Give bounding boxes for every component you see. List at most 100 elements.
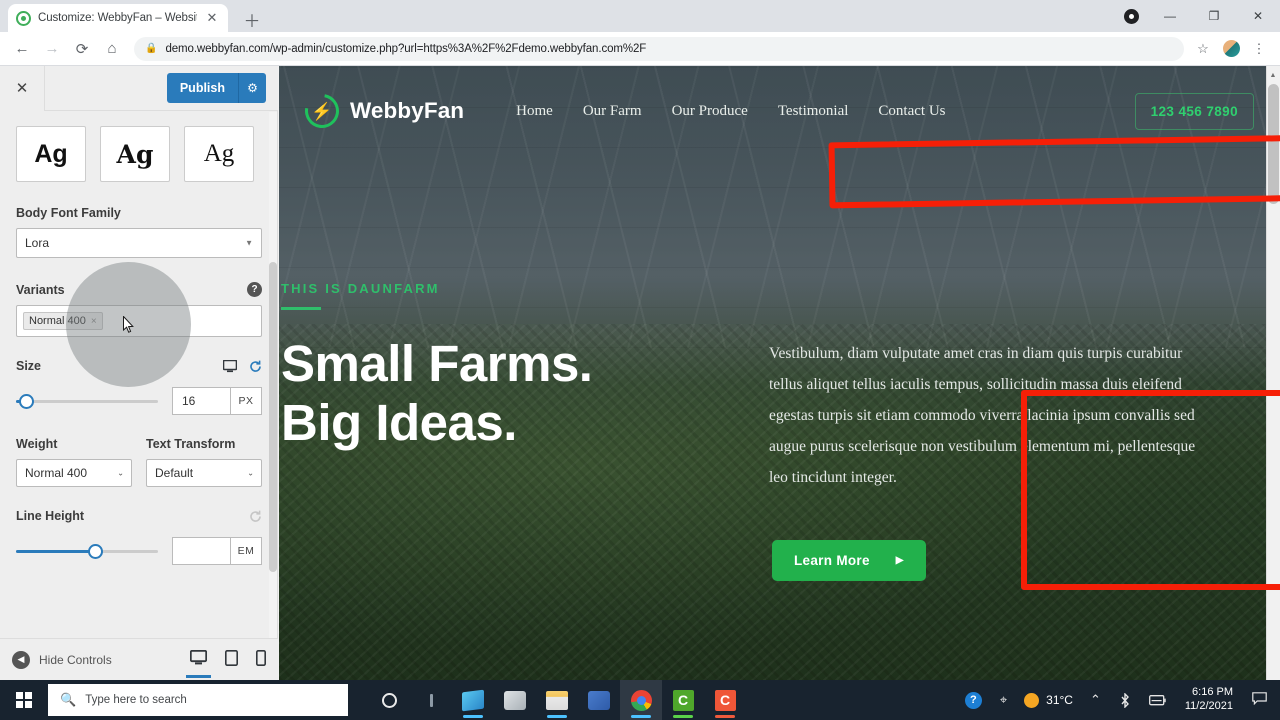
address-bar[interactable]: 🔒 demo.webbyfan.com/wp-admin/customize.p…	[134, 36, 1184, 61]
learn-more-button[interactable]: Learn More ▶	[772, 540, 926, 581]
font-preview-1[interactable]: Ag	[16, 126, 86, 182]
help-circle-icon[interactable]: ?	[956, 680, 991, 720]
text-transform-group: Text Transform Default ⌄	[146, 437, 262, 487]
line-height-label: Line Height	[16, 509, 85, 523]
nav-item-testimonial[interactable]: Testimonial	[778, 103, 849, 120]
size-unit[interactable]: PX	[230, 387, 262, 415]
preview-scrollbar-thumb[interactable]	[1268, 84, 1279, 204]
chrome-icon[interactable]	[620, 680, 662, 720]
chevron-up-icon[interactable]: ⌃	[1081, 680, 1110, 720]
taskbar-app-buttons: C C	[368, 680, 746, 720]
powerpoint-icon[interactable]	[578, 680, 620, 720]
phone-number[interactable]: 123 456 7890	[1134, 92, 1254, 130]
bluetooth-icon[interactable]	[1110, 680, 1140, 720]
size-input[interactable]: 16	[172, 387, 230, 415]
tab-title: Customize: WebbyFan – Website	[38, 12, 197, 24]
close-window-button[interactable]: ✕	[1236, 0, 1280, 32]
star-icon[interactable]: ☆	[1190, 36, 1216, 62]
home-button[interactable]: ⌂	[98, 35, 126, 63]
text-transform-value: Default	[155, 466, 194, 480]
scroll-up-arrow-icon[interactable]: ▲	[1267, 68, 1279, 82]
chevron-down-icon: ▼	[245, 238, 253, 248]
text-transform-label: Text Transform	[146, 437, 236, 451]
maximize-button[interactable]: ❐	[1192, 0, 1236, 32]
extension-dot-icon[interactable]	[1114, 0, 1148, 32]
camtasia-red-icon[interactable]: C	[704, 680, 746, 720]
wordpress-icon	[16, 10, 31, 26]
hide-controls-label: Hide Controls	[39, 652, 112, 667]
site-logo[interactable]: ⚡ WebbyFan	[298, 87, 464, 135]
desktop-icon[interactable]	[186, 650, 211, 678]
system-tray: ? ⌖ 31°C ⌃ 6:16 PM 11/2/2021	[956, 680, 1280, 720]
three-dot-menu-icon[interactable]: ⋮	[1246, 36, 1272, 62]
publish-button[interactable]: Publish	[166, 73, 238, 103]
mobile-icon[interactable]	[256, 649, 266, 670]
size-label: Size	[16, 359, 42, 373]
reload-button[interactable]: ⟳	[68, 35, 96, 63]
window-controls: — ❐ ✕	[1114, 0, 1280, 32]
help-icon[interactable]: ?	[247, 282, 262, 297]
chevron-down-icon: ⌄	[247, 468, 254, 478]
avatar-icon[interactable]	[1218, 36, 1244, 62]
reset-icon[interactable]	[249, 360, 262, 373]
font-preview-2[interactable]: Ag	[100, 126, 170, 182]
desktop-icon[interactable]	[223, 359, 237, 373]
nav-item-our-farm[interactable]: Our Farm	[583, 103, 642, 120]
line-height-slider[interactable]	[16, 543, 158, 559]
new-tab-button[interactable]: ＋	[240, 7, 264, 31]
hero-left-column: THIS IS DAUNFARM Small Farms. Big Ideas.	[279, 281, 799, 452]
nav-item-contact-us[interactable]: Contact Us	[878, 103, 945, 120]
pen-workspace-icon[interactable]: ⌖	[991, 680, 1016, 720]
line-height-input[interactable]	[172, 537, 230, 565]
notification-icon[interactable]	[1243, 692, 1276, 708]
variants-label-text: Variants	[16, 282, 65, 297]
windows-logo-icon	[16, 692, 32, 708]
tablet-icon[interactable]	[225, 649, 238, 670]
battery-icon[interactable]	[1140, 680, 1175, 720]
clock-time: 6:16 PM	[1192, 686, 1233, 699]
font-preview-3[interactable]: Ag	[184, 126, 254, 182]
body-font-family-select[interactable]: Lora ▼	[16, 228, 262, 258]
taskbar-search-placeholder: Type here to search	[85, 694, 187, 706]
reset-icon[interactable]	[249, 510, 262, 523]
weather-widget[interactable]: 31°C	[1016, 692, 1081, 708]
forward-button[interactable]: →	[38, 35, 66, 63]
browser-tab-strip: Customize: WebbyFan – Website ✕ ＋ — ❐ ✕	[0, 0, 1280, 32]
search-icon: 🔍	[60, 692, 77, 707]
mail-icon[interactable]	[494, 680, 536, 720]
gear-icon[interactable]: ⚙	[238, 73, 266, 103]
text-transform-select[interactable]: Default ⌄	[146, 459, 262, 487]
nav-item-home[interactable]: Home	[516, 103, 553, 120]
size-slider[interactable]	[16, 393, 158, 409]
sidebar-scrollbar-thumb[interactable]	[269, 262, 277, 572]
preview-scrollbar-track[interactable]: ▲	[1266, 66, 1280, 680]
task-view-icon[interactable]	[410, 680, 452, 720]
taskbar-search[interactable]: 🔍 Type here to search	[48, 684, 348, 716]
close-icon[interactable]: ✕	[204, 10, 220, 26]
hero-paragraph: Vestibulum, diam vulputate amet cras in …	[769, 345, 1196, 486]
arrow-right-icon: ▶	[895, 555, 904, 566]
taskbar-clock[interactable]: 6:16 PM 11/2/2021	[1175, 686, 1243, 714]
close-customizer-button[interactable]: ✕	[0, 66, 45, 111]
browser-tab[interactable]: Customize: WebbyFan – Website ✕	[8, 4, 228, 32]
hero-heading: Small Farms. Big Ideas.	[281, 334, 799, 452]
minimize-button[interactable]: —	[1148, 0, 1192, 32]
leaf-circle-icon: ⚡	[298, 87, 346, 135]
customizer-footer: ◀ Hide Controls	[0, 638, 278, 680]
body-font-family-label-text: Body Font Family	[16, 206, 121, 220]
line-height-unit[interactable]: EM	[230, 537, 262, 565]
hide-controls-button[interactable]: ◀ Hide Controls	[12, 650, 112, 669]
start-button[interactable]	[0, 680, 48, 720]
browser-toolbar: ← → ⟳ ⌂ 🔒 demo.webbyfan.com/wp-admin/cus…	[0, 32, 1280, 66]
address-bar-url: demo.webbyfan.com/wp-admin/customize.php…	[165, 42, 647, 55]
hero-eyebrow-rule	[281, 307, 321, 310]
file-explorer-icon[interactable]	[536, 680, 578, 720]
sidebar-scrollbar-track[interactable]	[269, 112, 277, 680]
back-button[interactable]: ←	[8, 35, 36, 63]
sun-icon	[1024, 692, 1040, 708]
cortana-icon[interactable]	[368, 680, 410, 720]
weight-select[interactable]: Normal 400 ⌄	[16, 459, 132, 487]
camtasia-green-icon[interactable]: C	[662, 680, 704, 720]
microsoft-store-icon[interactable]	[452, 680, 494, 720]
nav-item-our-produce[interactable]: Our Produce	[672, 103, 748, 120]
